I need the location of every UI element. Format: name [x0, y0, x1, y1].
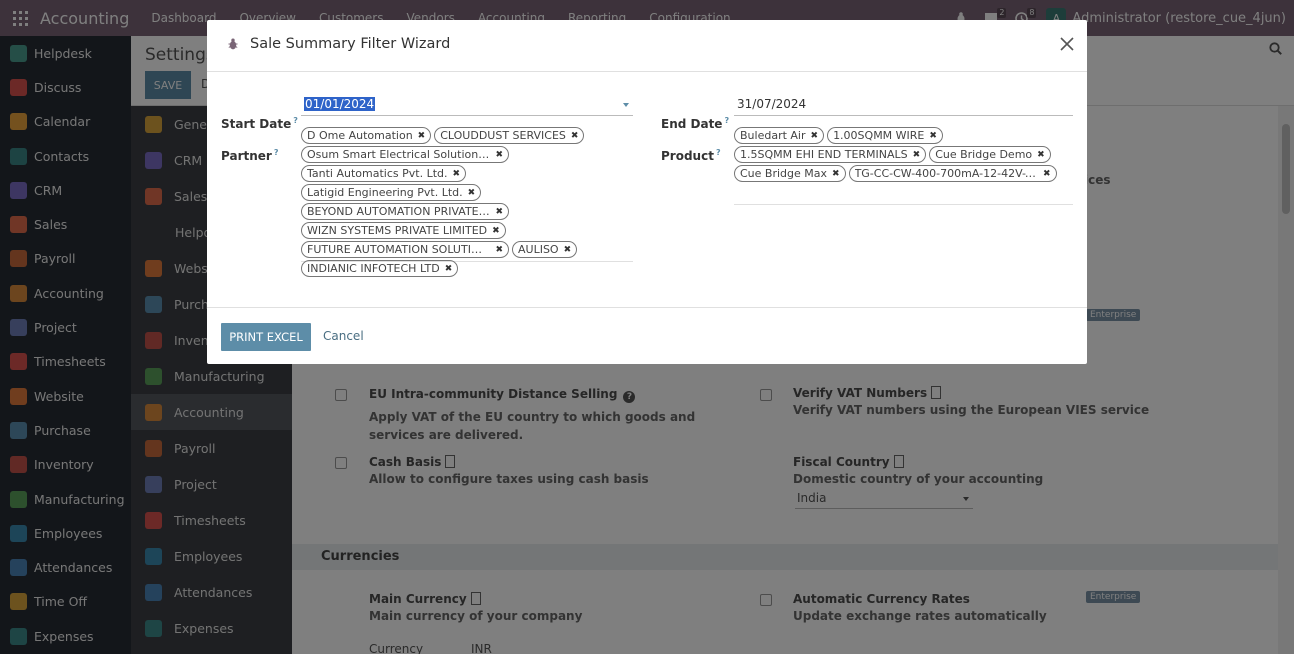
close-icon[interactable]: [1059, 35, 1075, 53]
remove-tag-icon[interactable]: ✖: [1037, 150, 1045, 160]
help-icon[interactable]: ?: [724, 116, 729, 125]
partner-tag: WIZN SYSTEMS PRIVATE LIMITED ✖: [301, 222, 506, 239]
tag-label: Tanti Automatics Pvt. Ltd.: [307, 167, 448, 180]
dialog-header: Sale Summary Filter Wizard: [207, 20, 1087, 72]
start-date-value: 01/01/2024: [304, 97, 376, 111]
dialog-footer: PRINT EXCEL Cancel: [207, 307, 1087, 364]
help-icon[interactable]: ?: [293, 116, 298, 125]
end-date-value: 31/07/2024: [737, 97, 807, 111]
remove-tag-icon[interactable]: ✖: [929, 131, 937, 141]
tag-label: Cue Bridge Demo: [935, 148, 1033, 161]
product-tag: Cue Bridge Max ✖: [734, 165, 846, 182]
tag-label: Osum Smart Electrical Solutions L...: [307, 148, 491, 161]
remove-tag-icon[interactable]: ✖: [418, 131, 426, 141]
remove-tag-icon[interactable]: ✖: [468, 188, 476, 198]
remove-tag-icon[interactable]: ✖: [564, 245, 572, 255]
tag-label: Latigid Engineering Pvt. Ltd.: [307, 186, 463, 199]
tag-label: INDIANIC INFOTECH LTD: [307, 262, 440, 275]
print-excel-button[interactable]: PRINT EXCEL: [221, 323, 311, 351]
remove-tag-icon[interactable]: ✖: [832, 169, 840, 179]
remove-tag-icon[interactable]: ✖: [453, 169, 461, 179]
tag-label: Buledart Air: [740, 129, 806, 142]
start-date-input[interactable]: 01/01/2024: [301, 94, 633, 116]
partner-field[interactable]: D Ome Automation ✖ CLOUDDUST SERVICES ✖ Osum…: [301, 127, 633, 277]
partner-tag: Osum Smart Electrical Solutions L... ✖: [301, 146, 509, 163]
tag-label: CLOUDDUST SERVICES: [440, 129, 566, 142]
remove-tag-icon[interactable]: ✖: [1043, 169, 1051, 179]
start-date-label: Start Date?: [221, 116, 298, 131]
tag-label: AULISO: [518, 243, 559, 256]
product-field[interactable]: Buledart Air ✖ 1.00SQMM WIRE ✖ 1.5SQMM EHI E…: [734, 127, 1073, 205]
product-tag: 1.5SQMM EHI END TERMINALS ✖: [734, 146, 927, 163]
partner-tag: Tanti Automatics Pvt. Ltd. ✖: [301, 165, 467, 182]
product-tag: Cue Bridge Demo ✖: [929, 146, 1051, 163]
tag-label: 1.5SQMM EHI END TERMINALS: [740, 148, 908, 161]
partner-tag: CLOUDDUST SERVICES ✖: [434, 127, 585, 144]
product-tag: Buledart Air ✖: [734, 127, 825, 144]
remove-tag-icon[interactable]: ✖: [913, 150, 921, 160]
remove-tag-icon[interactable]: ✖: [811, 131, 819, 141]
partner-tag: BEYOND AUTOMATION PRIVATE ... ✖: [301, 203, 509, 220]
tag-label: BEYOND AUTOMATION PRIVATE ...: [307, 205, 491, 218]
remove-tag-icon[interactable]: ✖: [495, 207, 503, 217]
help-icon[interactable]: ?: [274, 148, 279, 157]
sale-summary-dialog: Sale Summary Filter Wizard Start Date? 0…: [207, 20, 1087, 364]
product-tag: TG-CC-CW-400-700mA-12-42V-T5... ✖: [848, 165, 1057, 182]
remove-tag-icon[interactable]: ✖: [495, 245, 503, 255]
help-icon[interactable]: ?: [716, 148, 721, 157]
chevron-down-icon: [623, 103, 629, 107]
tag-label: D Ome Automation: [307, 129, 413, 142]
partner-label: Partner?: [221, 148, 279, 163]
tag-label: Cue Bridge Max: [740, 167, 828, 180]
tag-label: WIZN SYSTEMS PRIVATE LIMITED: [307, 224, 488, 237]
partner-tag: FUTURE AUTOMATION SOLUTIONS ✖: [301, 241, 509, 258]
tag-label: TG-CC-CW-400-700mA-12-42V-T5...: [854, 167, 1039, 180]
end-date-input[interactable]: 31/07/2024: [734, 94, 1073, 116]
remove-tag-icon[interactable]: ✖: [445, 264, 453, 274]
end-date-label: End Date?: [661, 116, 730, 131]
remove-tag-icon[interactable]: ✖: [571, 131, 579, 141]
product-tag: 1.00SQMM WIRE ✖: [827, 127, 943, 144]
partner-tag: Latigid Engineering Pvt. Ltd. ✖: [301, 184, 482, 201]
partner-tag: D Ome Automation ✖: [301, 127, 432, 144]
remove-tag-icon[interactable]: ✖: [492, 226, 500, 236]
cancel-button[interactable]: Cancel: [323, 329, 364, 343]
dialog-body: Start Date? 01/01/2024 End Date? 31/07/2…: [207, 73, 1087, 307]
dialog-title: Sale Summary Filter Wizard: [250, 36, 451, 52]
product-label: Product?: [661, 148, 721, 163]
tag-label: FUTURE AUTOMATION SOLUTIONS: [307, 243, 491, 256]
bug-icon: [228, 38, 238, 50]
tag-label: 1.00SQMM WIRE: [833, 129, 925, 142]
partner-tag: AULISO ✖: [512, 241, 578, 258]
remove-tag-icon[interactable]: ✖: [495, 150, 503, 160]
partner-tag: INDIANIC INFOTECH LTD ✖: [301, 260, 459, 277]
